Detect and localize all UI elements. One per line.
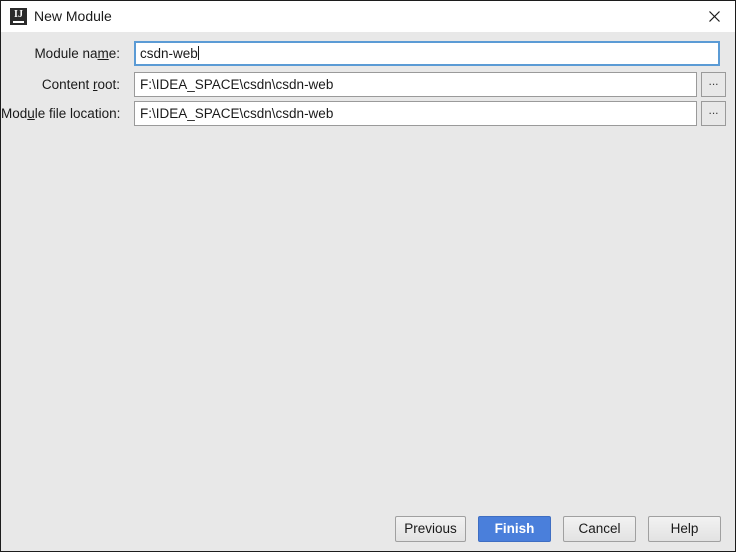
app-icon-underline xyxy=(13,21,24,23)
field-row-module-file-location: Module file location: F:\IDEA_SPACE\csdn… xyxy=(1,101,735,126)
close-icon xyxy=(708,11,720,22)
text-caret xyxy=(197,46,199,60)
form-area: Module name: csdn-web Content root: F:\I… xyxy=(1,32,735,551)
field-row-module-name: Module name: csdn-web xyxy=(1,41,735,66)
module-name-label: Module name: xyxy=(34,46,120,61)
intellij-idea-icon: IJ xyxy=(10,8,27,25)
previous-button[interactable]: Previous xyxy=(395,516,466,542)
dialog-button-bar: Previous Finish Cancel Help xyxy=(1,516,735,542)
window-title: New Module xyxy=(34,8,112,24)
module-name-value: csdn-web xyxy=(140,46,198,61)
module-file-location-value: F:\IDEA_SPACE\csdn\csdn-web xyxy=(140,106,334,121)
help-button[interactable]: Help xyxy=(648,516,721,542)
module-file-location-input[interactable]: F:\IDEA_SPACE\csdn\csdn-web xyxy=(134,101,697,126)
app-icon-letters: IJ xyxy=(14,9,23,20)
module-file-location-browse-button[interactable]: ... xyxy=(701,101,726,126)
cancel-button[interactable]: Cancel xyxy=(563,516,636,542)
content-root-value: F:\IDEA_SPACE\csdn\csdn-web xyxy=(140,77,334,92)
new-module-dialog: IJ New Module Module name: csdn-web Cont… xyxy=(0,0,736,552)
module-name-mnemonic: m xyxy=(97,46,109,61)
module-name-input[interactable]: csdn-web xyxy=(134,41,720,66)
close-button[interactable] xyxy=(693,1,735,32)
title-bar: IJ New Module xyxy=(1,1,735,32)
field-row-content-root: Content root: F:\IDEA_SPACE\csdn\csdn-we… xyxy=(1,72,735,97)
content-root-label: Content root: xyxy=(41,77,120,92)
content-root-browse-button[interactable]: ... xyxy=(701,72,726,97)
module-file-location-mnemonic: u xyxy=(27,106,35,121)
module-file-location-label: Module file location: xyxy=(1,106,121,121)
finish-button[interactable]: Finish xyxy=(478,516,551,542)
content-root-input[interactable]: F:\IDEA_SPACE\csdn\csdn-web xyxy=(134,72,697,97)
